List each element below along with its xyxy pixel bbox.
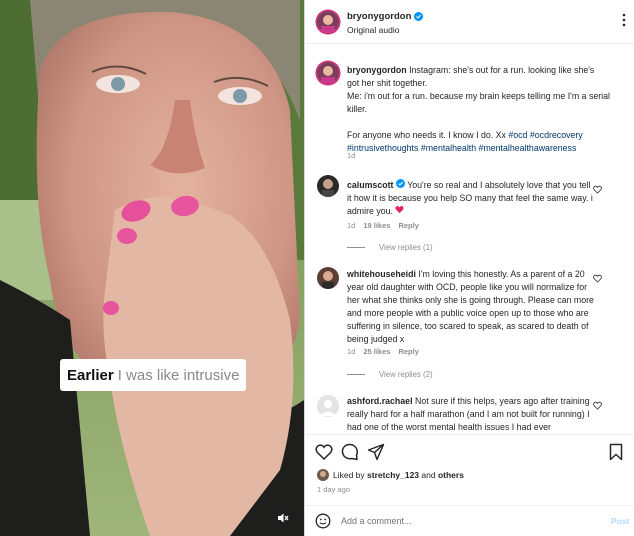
view-replies-label[interactable]: View replies (1) xyxy=(379,243,433,252)
comment-line: admire you. xyxy=(347,206,393,216)
add-comment-input[interactable]: Add a comment... xyxy=(341,516,412,526)
caption-line-4: killer. xyxy=(347,104,368,114)
caption-age: 1d xyxy=(347,151,356,160)
comment-text-ashford-rachael: ashford.rachael Not sure if this helps, … xyxy=(347,395,611,434)
liked-by-user[interactable]: stretchy_123 xyxy=(367,470,419,480)
caption-line-1: Instagram: she's out for a run. looking … xyxy=(409,65,595,75)
caption-hashtags-2[interactable]: #intrusivethoughts #mentalhealth #mental… xyxy=(347,143,576,153)
liked-by-and: and xyxy=(421,470,436,480)
save-bookmark-icon[interactable] xyxy=(607,443,625,461)
post-header: bryonygordon Original audio xyxy=(305,0,634,44)
comment-line: You're so real and I absolutely love tha… xyxy=(407,180,591,190)
view-replies-label[interactable]: View replies (2) xyxy=(379,370,433,379)
comment-line: had one of the worst mental health issue… xyxy=(347,422,551,432)
mute-button[interactable] xyxy=(272,507,294,529)
post-actions-bar xyxy=(305,434,634,468)
liker-avatar[interactable] xyxy=(317,469,329,481)
verified-badge-icon xyxy=(414,12,424,21)
view-replies-whitehouseheidi[interactable]: View replies (2) xyxy=(347,370,433,379)
replies-divider xyxy=(347,247,365,248)
like-comment-heart-icon[interactable] xyxy=(593,401,602,410)
comment-meta-calumscott: 1d 19 likes Reply xyxy=(347,221,419,230)
comment-username[interactable]: whitehouseheidi xyxy=(347,269,416,279)
caption-meta: 1d xyxy=(347,151,355,160)
verified-badge-icon xyxy=(395,179,405,188)
video-player[interactable]: Earlier I was like intrusive xyxy=(0,0,304,536)
emoji-icon[interactable] xyxy=(315,513,331,529)
comment-line: suffering in silence, too scared to spea… xyxy=(347,321,589,331)
comment-line: and more people with a public voice open… xyxy=(347,308,589,318)
comment-likes[interactable]: 19 likes xyxy=(363,221,390,230)
comments-list[interactable]: bryonygordon Instagram: she's out for a … xyxy=(305,44,634,434)
comment-bubble-icon[interactable] xyxy=(341,443,359,461)
like-heart-icon[interactable] xyxy=(315,443,333,461)
liked-by-others[interactable]: others xyxy=(438,470,464,480)
comment-line: her what she thinks only she is going th… xyxy=(347,295,594,305)
post-caption: bryonygordon Instagram: she's out for a … xyxy=(347,64,611,155)
like-comment-heart-icon[interactable] xyxy=(593,274,602,283)
liked-by: Liked by stretchy_123 and others xyxy=(317,469,464,481)
share-send-icon[interactable] xyxy=(367,443,385,461)
audio-label[interactable]: Original audio xyxy=(347,25,399,35)
author-avatar[interactable] xyxy=(317,11,339,33)
comment-line: I'm loving this honestly. As a parent of… xyxy=(418,269,585,279)
instagram-post-view: Earlier I was like intrusive bryonygordo… xyxy=(0,0,634,536)
video-frame xyxy=(0,0,304,536)
comment-line: it how it is because you help SO many th… xyxy=(347,193,593,203)
post-comment-button[interactable]: Post xyxy=(611,516,629,526)
comment-username[interactable]: calumscott xyxy=(347,180,393,190)
comment-line: Not sure if this helps, years ago after … xyxy=(414,396,590,406)
caption-avatar[interactable] xyxy=(317,62,339,84)
caption-line-2: got her shit together. xyxy=(347,78,428,88)
subtitle-bold: Earlier xyxy=(67,366,114,384)
comment-text-calumscott: calumscott You're so real and I absolute… xyxy=(347,179,611,218)
author-username[interactable]: bryonygordon xyxy=(347,11,411,22)
comment-line: really hard for a half marathon (and I a… xyxy=(347,409,590,419)
caption-username[interactable]: bryonygordon xyxy=(347,65,407,75)
comment-meta-whitehouseheidi: 1d 25 likes Reply xyxy=(347,347,419,356)
comment-username[interactable]: ashford.rachael xyxy=(347,396,413,406)
comment-age: 1d xyxy=(347,221,356,230)
caption-hashtags-1[interactable]: #ocd #ocdrecovery xyxy=(508,130,582,140)
more-options-icon[interactable] xyxy=(617,12,631,28)
comment-avatar-whitehouseheidi[interactable] xyxy=(317,267,339,289)
video-subtitle: Earlier I was like intrusive xyxy=(60,359,247,391)
author-row: bryonygordon xyxy=(347,11,424,22)
comment-line: being judged x xyxy=(347,334,405,344)
speaker-muted-icon xyxy=(278,513,289,523)
comment-age: 1d xyxy=(347,347,356,356)
post-time-ago[interactable]: 1 day ago xyxy=(317,485,350,494)
comment-avatar-ashford-rachael[interactable] xyxy=(317,395,339,417)
post-details-panel: bryonygordon Original audio bryonygordon… xyxy=(304,0,634,536)
view-replies-calumscott[interactable]: View replies (1) xyxy=(347,243,433,252)
reply-button[interactable]: Reply xyxy=(398,347,418,356)
reply-button[interactable]: Reply xyxy=(398,221,418,230)
liked-by-prefix: Liked by xyxy=(333,470,365,480)
like-comment-heart-icon[interactable] xyxy=(593,185,602,194)
comment-text-whitehouseheidi: whitehouseheidi I'm loving this honestly… xyxy=(347,268,611,346)
comment-line: year old daughter with OCD, people like … xyxy=(347,282,588,292)
caption-line-3: Me: i'm out for a run. because my brain … xyxy=(347,91,610,101)
comment-likes[interactable]: 25 likes xyxy=(363,347,390,356)
red-heart-emoji-icon xyxy=(395,206,404,214)
replies-divider xyxy=(347,374,365,375)
caption-line-5: For anyone who needs it. I know I do. Xx xyxy=(347,130,506,140)
add-comment-bar: Add a comment... Post xyxy=(305,505,634,536)
comment-avatar-calumscott[interactable] xyxy=(317,175,339,197)
subtitle-rest: I was like intrusive xyxy=(117,366,240,384)
